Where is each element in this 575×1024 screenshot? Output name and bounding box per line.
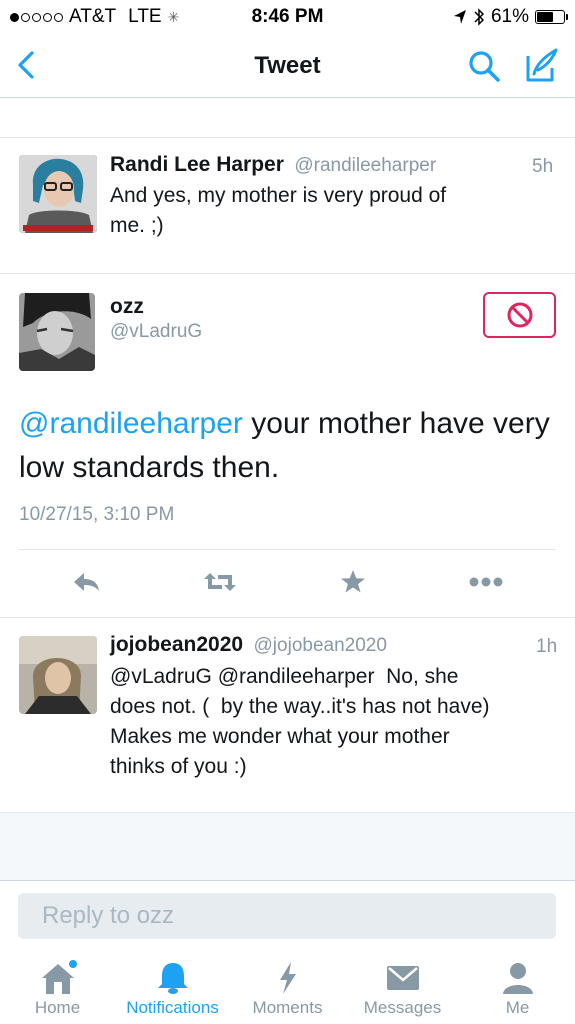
empty-area xyxy=(0,812,575,880)
tab-label: Me xyxy=(505,998,530,1017)
status-bar: AT&T LTE ✳ 8:46 PM 61% xyxy=(0,0,575,34)
reply-bar: Reply to ozz xyxy=(0,880,575,948)
mention-link[interactable]: @randileeharper xyxy=(19,407,243,440)
compose-icon[interactable] xyxy=(522,46,560,84)
author-handle[interactable]: @jojobean2020 xyxy=(254,635,387,656)
tab-notifications[interactable]: Notifications xyxy=(115,948,230,1024)
status-left: AT&T LTE ✳ xyxy=(10,6,179,28)
tweet-randileeharper[interactable]: Randi Lee Harper @randileeharper 5h And … xyxy=(0,138,575,273)
tab-bar: Home Notifications Moments Messages Me xyxy=(0,948,575,1024)
retweet-button[interactable] xyxy=(200,560,240,604)
tweet-timestamp: 10/27/15, 3:10 PM xyxy=(19,504,175,525)
divider xyxy=(0,273,575,274)
status-right: 61% xyxy=(453,6,568,28)
tweet-text: @vLadruG @randileeharper No, she does no… xyxy=(110,662,565,782)
tweet-text-line: does not. ( by the way..it's has not hav… xyxy=(110,695,490,718)
avatar[interactable] xyxy=(19,155,97,233)
tab-moments[interactable]: Moments xyxy=(230,948,345,1024)
person-icon xyxy=(502,963,533,994)
reply-input[interactable]: Reply to ozz xyxy=(18,893,556,939)
tweet-text-line: And yes, my mother is very proud of xyxy=(110,184,447,207)
tab-label: Moments xyxy=(252,998,323,1017)
author-name[interactable]: jojobean2020 xyxy=(110,633,243,656)
avatar[interactable] xyxy=(19,293,95,371)
author-name[interactable]: Randi Lee Harper xyxy=(110,153,284,176)
home-icon xyxy=(41,960,77,994)
tweet-text: And yes, my mother is very proud of me. … xyxy=(110,181,550,241)
back-chevron-icon[interactable] xyxy=(12,48,42,82)
tweet-jojobean2020[interactable]: jojobean2020 @jojobean2020 1h @vLadruG @… xyxy=(0,618,575,812)
main-tweet-text: @randileeharper your mother have very lo… xyxy=(19,402,564,490)
carrier-label: AT&T xyxy=(69,6,117,27)
block-button[interactable] xyxy=(483,292,556,338)
tweet-text-line: me. ;) xyxy=(110,214,164,237)
tab-label: Messages xyxy=(363,998,442,1017)
more-button[interactable] xyxy=(466,560,506,604)
network-label: LTE xyxy=(128,6,162,27)
loading-icon: ✳ xyxy=(167,8,180,25)
block-icon xyxy=(507,302,532,328)
battery-percent: 61% xyxy=(490,6,529,27)
tab-messages[interactable]: Messages xyxy=(345,948,460,1024)
author-name[interactable]: ozz xyxy=(110,295,144,319)
tab-home[interactable]: Home xyxy=(0,948,115,1024)
bluetooth-icon xyxy=(474,8,485,26)
envelope-icon xyxy=(386,966,419,990)
page-title: Tweet xyxy=(254,51,321,79)
like-button[interactable] xyxy=(333,560,373,604)
retweet-icon xyxy=(204,573,236,591)
like-icon xyxy=(341,570,365,593)
tweet-text-line: @vLadruG @randileeharper No, she xyxy=(110,665,459,688)
tweet-actions xyxy=(0,560,575,608)
reply-button[interactable] xyxy=(66,560,106,604)
nav-bar: Tweet xyxy=(0,34,575,98)
search-icon[interactable] xyxy=(466,48,502,84)
bell-icon xyxy=(157,963,188,994)
tab-label: Notifications xyxy=(126,998,219,1017)
divider xyxy=(19,549,556,550)
author-handle[interactable]: @randileeharper xyxy=(294,155,436,176)
reply-icon xyxy=(74,573,99,591)
tab-me[interactable]: Me xyxy=(460,948,575,1024)
lightning-icon xyxy=(279,962,296,994)
avatar[interactable] xyxy=(19,636,97,714)
time-ago: 5h xyxy=(532,156,554,177)
location-icon xyxy=(453,10,466,24)
author-handle[interactable]: @vLadruG xyxy=(110,321,202,343)
tweet-text-line: thinks of you :) xyxy=(110,755,247,778)
more-icon xyxy=(469,577,503,587)
signal-icon xyxy=(10,12,63,22)
battery-icon xyxy=(535,10,568,24)
tab-label: Home xyxy=(34,998,81,1017)
time-ago: 1h xyxy=(536,636,558,657)
tweet-text-line: Makes me wonder what your mother xyxy=(110,725,450,748)
